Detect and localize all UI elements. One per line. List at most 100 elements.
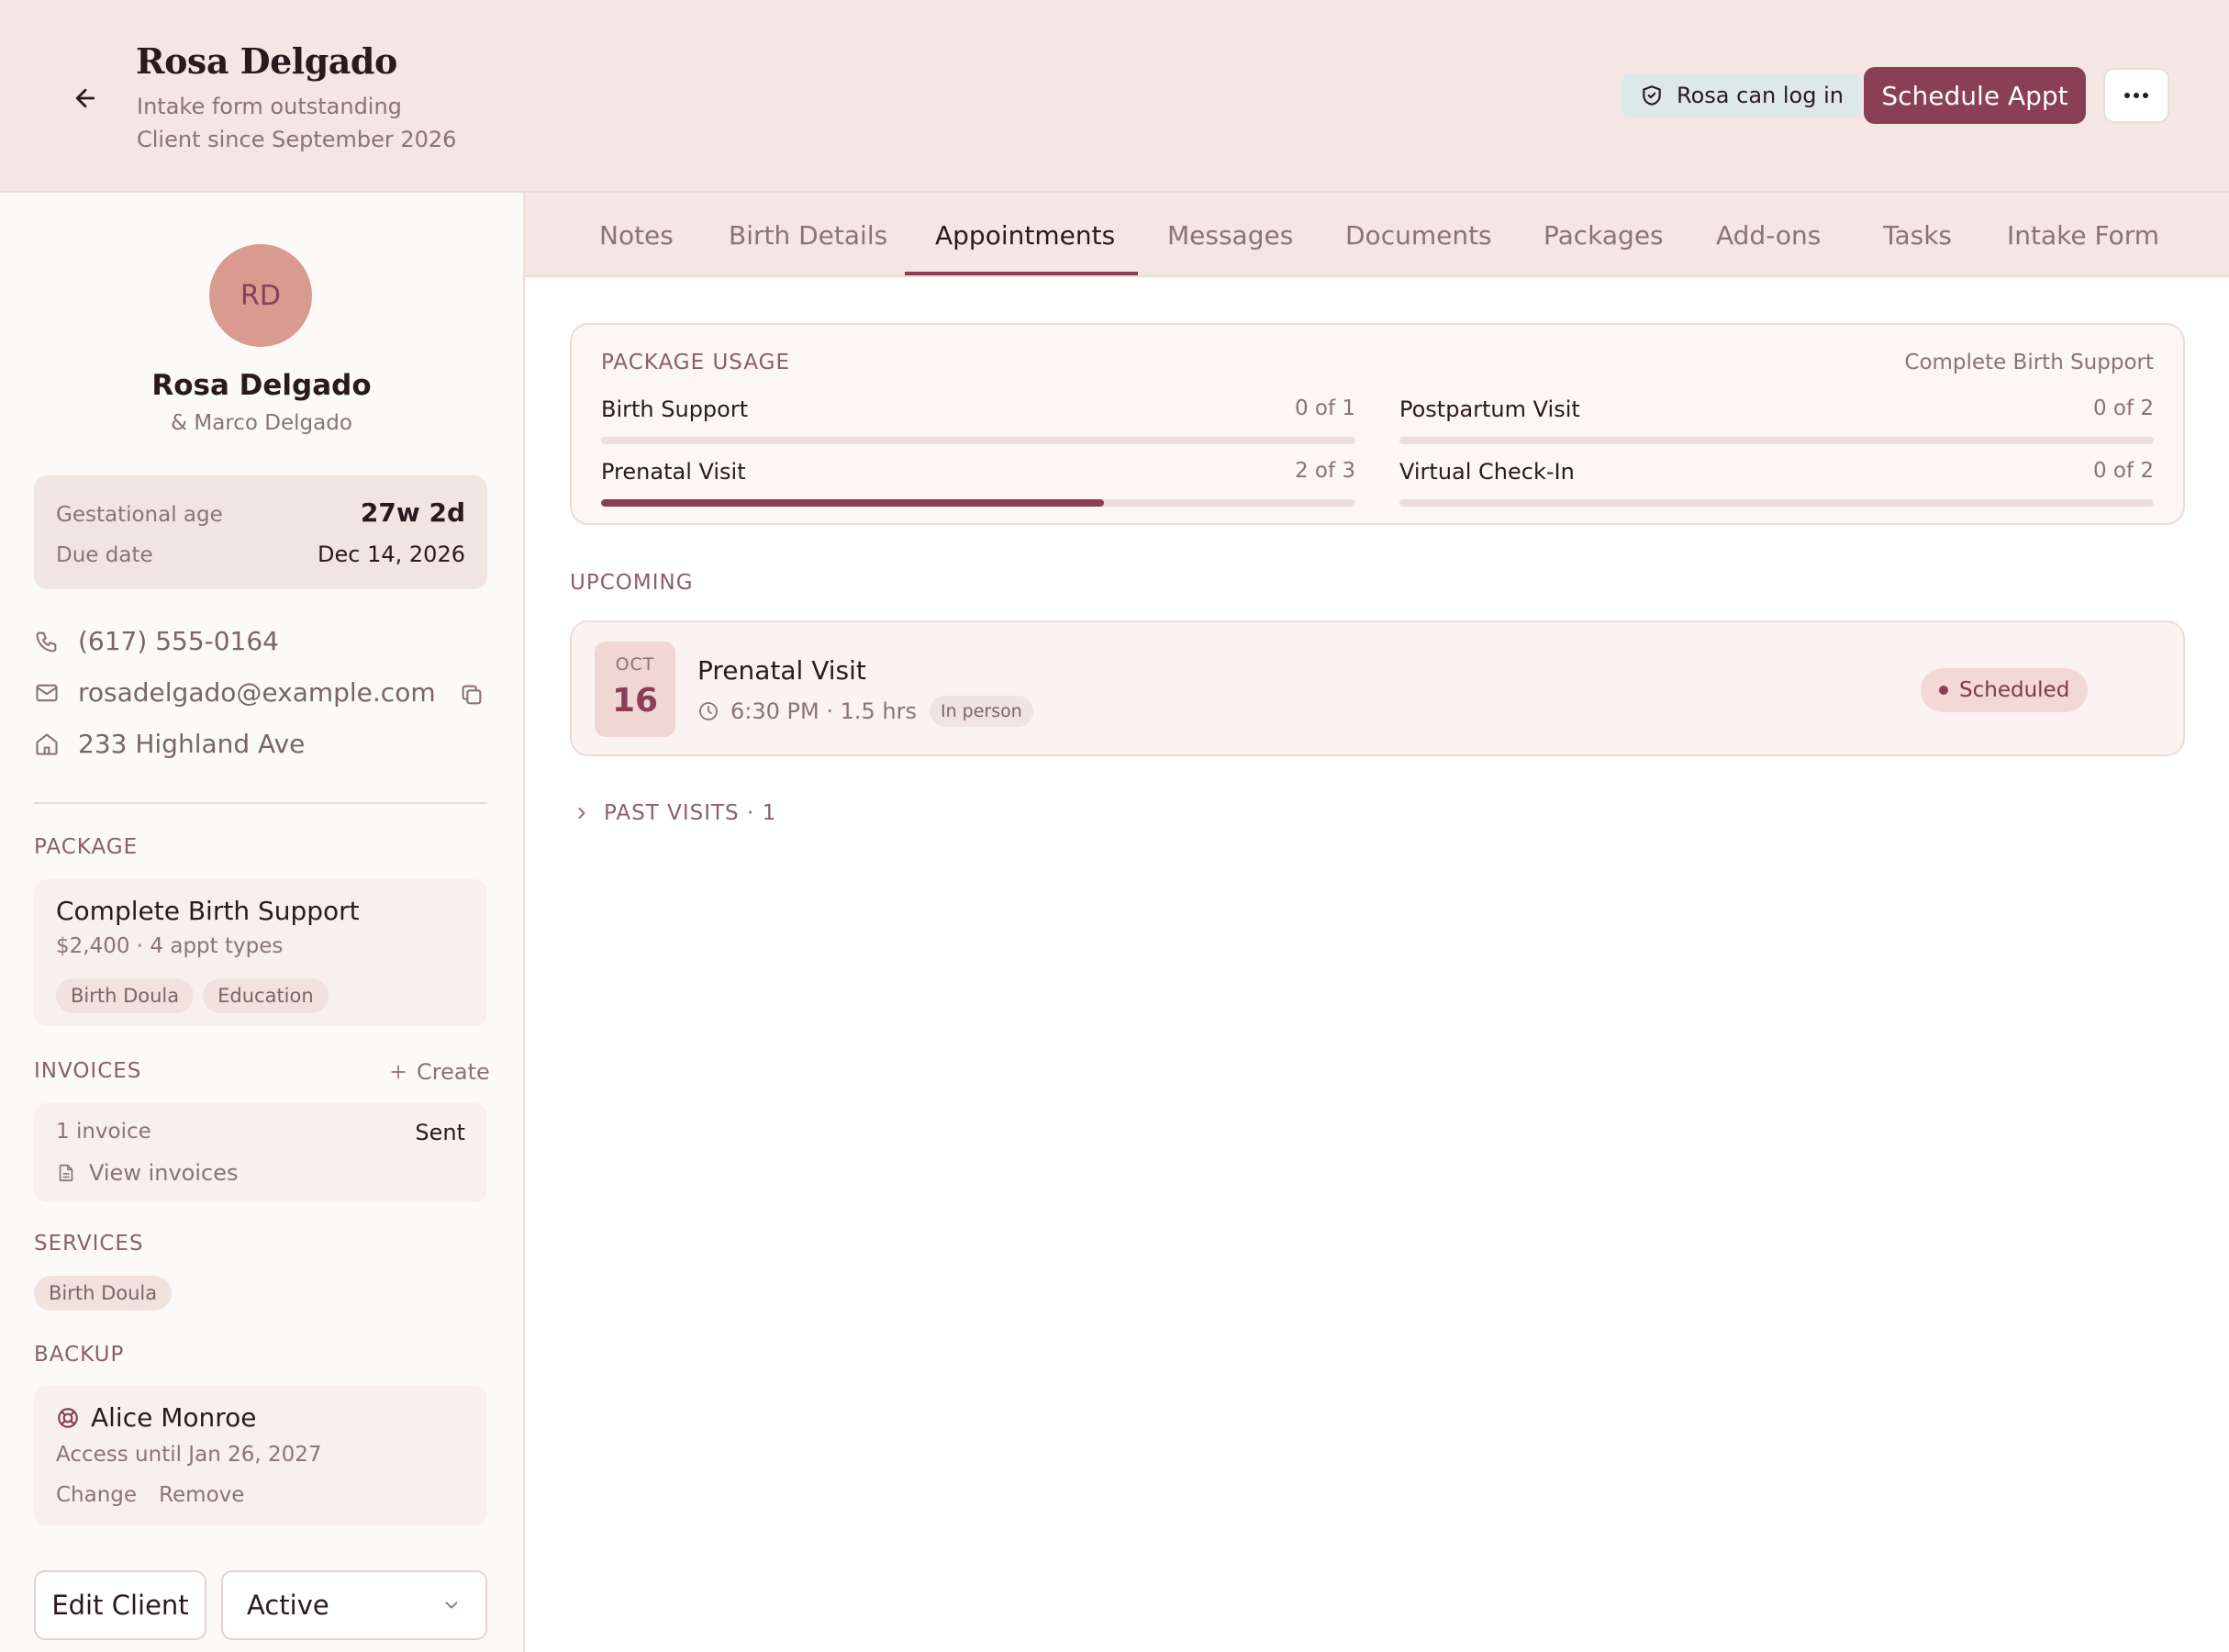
usage-progress-fill	[601, 499, 1105, 507]
invoices-card: 1 invoice Sent View invoices	[34, 1103, 487, 1202]
more-horizontal-icon	[2124, 93, 2148, 98]
usage-item-label: Birth Support	[601, 396, 749, 422]
remove-backup-button[interactable]: Remove	[159, 1483, 244, 1507]
usage-item-label: Prenatal Visit	[601, 459, 746, 485]
contact-email[interactable]: rosadelgado@example.com	[34, 677, 436, 708]
appointment-meta: 6:30 PM · 1.5 hrs In person	[697, 696, 1033, 727]
phone-icon	[36, 631, 57, 653]
contact-phone[interactable]: (617) 555-0164	[34, 626, 279, 656]
appointment-card[interactable]: OCT 16 Prenatal Visit 6:30 PM · 1.5 hrs …	[570, 620, 2185, 756]
service-tag: Birth Doula	[34, 1276, 173, 1311]
chevron-down-icon	[445, 1602, 458, 1609]
tab-appointments[interactable]: Appointments	[935, 193, 1115, 277]
home-icon	[36, 732, 58, 755]
status-badge: Scheduled	[1921, 668, 2089, 712]
package-tags: Birth Doula Education	[56, 978, 329, 1013]
clock-icon	[699, 702, 718, 720]
package-tag: Education	[203, 978, 329, 1013]
more-options-button[interactable]	[2103, 68, 2169, 123]
gestational-age-value: 27w 2d	[360, 497, 465, 528]
invoice-status: Sent	[415, 1120, 465, 1145]
tab-packages[interactable]: Packages	[1544, 193, 1664, 277]
past-visits-label: PAST VISITS · 1	[604, 801, 777, 825]
invoice-count: 1 invoice	[56, 1120, 151, 1144]
backup-card: Alice Monroe Access until Jan 26, 2027 C…	[34, 1386, 487, 1525]
lifebuoy-icon	[58, 1407, 78, 1428]
tab-add-ons[interactable]: Add-ons	[1716, 193, 1821, 277]
due-date-label: Due date	[56, 543, 153, 567]
package-card[interactable]: Complete Birth Support $2,400 · 4 appt t…	[34, 879, 487, 1026]
appointment-location-tag: In person	[929, 696, 1033, 727]
usage-item-count: 0 of 2	[2092, 396, 2154, 420]
view-invoices-label: View invoices	[89, 1160, 239, 1186]
client-sidebar: RD Rosa Delgado & Marco Delgado Gestatio…	[0, 193, 525, 1652]
shield-check-icon	[1643, 85, 1661, 106]
sidebar-partner-name: & Marco Delgado	[171, 411, 352, 435]
tab-documents[interactable]: Documents	[1345, 193, 1492, 277]
past-visits-toggle[interactable]: PAST VISITS · 1	[573, 801, 776, 825]
package-usage-name: Complete Birth Support	[1904, 351, 2154, 374]
copy-email-button[interactable]	[459, 682, 485, 711]
usage-progress-track	[1399, 437, 2154, 444]
services-section-title: SERVICES	[34, 1232, 144, 1256]
contact-address[interactable]: 233 Highland Ave	[34, 729, 305, 759]
back-button[interactable]	[64, 77, 106, 119]
backup-section-title: BACKUP	[34, 1343, 125, 1367]
page-header: Rosa Delgado Intake form outstanding Cli…	[0, 0, 2229, 193]
gestation-summary: Gestational age 27w 2d Due date Dec 14, …	[34, 475, 487, 589]
create-invoice-label: Create	[417, 1059, 490, 1085]
appointment-date: OCT 16	[595, 642, 675, 737]
package-usage-card: PACKAGE USAGE Complete Birth Support Bir…	[570, 323, 2185, 525]
client-tabs: Notes Birth Details Appointments Message…	[525, 193, 2229, 277]
backup-person: Alice Monroe	[56, 1402, 257, 1433]
page-title: Rosa Delgado	[136, 40, 397, 82]
client-since-text: Client since September 2026	[137, 127, 457, 152]
email-address: rosadelgado@example.com	[78, 677, 436, 708]
services-tags: Birth Doula	[34, 1276, 173, 1311]
client-status-select[interactable]: Active	[221, 1570, 487, 1640]
client-status-value: Active	[247, 1590, 329, 1621]
usage-item-label: Virtual Check-In	[1399, 459, 1575, 485]
copy-icon	[462, 685, 482, 705]
usage-progress-track	[601, 499, 1355, 507]
tab-messages[interactable]: Messages	[1167, 193, 1293, 277]
usage-item-count: 0 of 1	[1294, 396, 1355, 420]
mail-icon	[36, 684, 58, 701]
tab-birth-details[interactable]: Birth Details	[729, 193, 887, 277]
chevron-right-icon	[578, 808, 585, 819]
intake-status-text: Intake form outstanding	[137, 94, 402, 119]
package-name: Complete Birth Support	[56, 896, 360, 926]
schedule-appt-button[interactable]: Schedule Appt	[1864, 67, 2086, 124]
status-badge-label: Scheduled	[1959, 678, 2070, 702]
tab-tasks[interactable]: Tasks	[1883, 193, 1952, 277]
create-invoice-button[interactable]: Create	[389, 1059, 490, 1085]
appointment-month: OCT	[615, 654, 655, 675]
backup-actions: Change Remove	[56, 1483, 244, 1507]
package-usage-title: PACKAGE USAGE	[601, 351, 791, 374]
package-tag: Birth Doula	[56, 978, 195, 1013]
appointment-title: Prenatal Visit	[697, 655, 866, 686]
avatar: RD	[209, 244, 312, 347]
street-address: 233 Highland Ave	[78, 729, 306, 759]
arrow-left-icon	[75, 88, 95, 108]
tab-notes[interactable]: Notes	[599, 193, 674, 277]
tab-intake-form[interactable]: Intake Form	[2007, 193, 2159, 277]
plus-icon	[391, 1065, 406, 1079]
edit-client-button[interactable]: Edit Client	[34, 1570, 206, 1640]
backup-access-text: Access until Jan 26, 2027	[56, 1443, 322, 1467]
sidebar-client-name: Rosa Delgado	[151, 369, 372, 402]
login-status-badge: Rosa can log in	[1622, 73, 1862, 117]
upcoming-section-title: UPCOMING	[570, 571, 694, 595]
document-icon	[59, 1164, 73, 1182]
gestational-age-label: Gestational age	[56, 503, 223, 527]
change-backup-button[interactable]: Change	[56, 1483, 137, 1507]
package-meta: $2,400 · 4 appt types	[56, 934, 284, 958]
phone-number: (617) 555-0164	[78, 626, 279, 656]
status-dot	[1939, 686, 1948, 695]
due-date-value: Dec 14, 2026	[318, 541, 465, 567]
view-invoices-link[interactable]: View invoices	[56, 1160, 238, 1186]
usage-item-count: 2 of 3	[1294, 459, 1355, 483]
login-status-label: Rosa can log in	[1677, 83, 1844, 108]
sidebar-divider	[34, 802, 487, 804]
usage-progress-track	[1399, 499, 2154, 507]
